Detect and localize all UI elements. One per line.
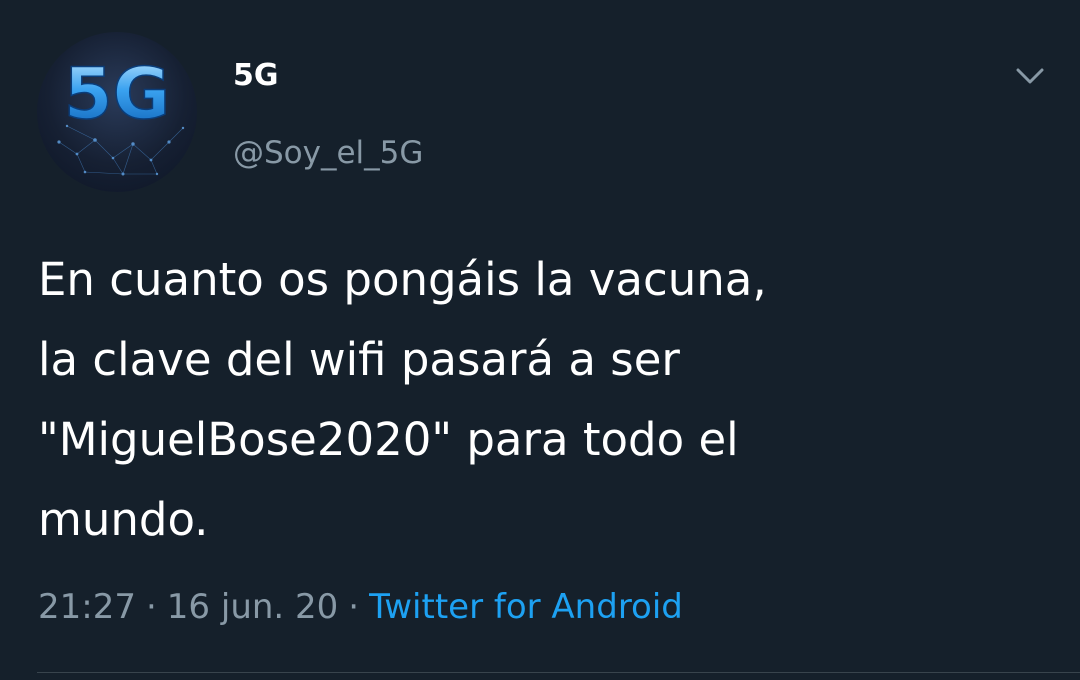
divider — [37, 672, 1080, 673]
tweet-card: 5G 5G @Soy_el_5G En cuanto os pongáis la… — [0, 0, 1080, 680]
avatar[interactable]: 5G — [37, 32, 197, 192]
tweet-time[interactable]: 21:27 — [38, 587, 136, 627]
avatar-logo-text: 5G — [64, 53, 170, 135]
tweet-date[interactable]: 16 jun. 20 — [167, 587, 339, 627]
meta-separator: · — [145, 587, 157, 627]
tweet-text: En cuanto os pongáis la vacuna, la clave… — [38, 253, 767, 546]
avatar-image: 5G — [57, 52, 185, 176]
tweet-source-link[interactable]: Twitter for Android — [369, 587, 683, 627]
display-name[interactable]: 5G — [233, 58, 279, 94]
tweet-metadata: 21:27 · 16 jun. 20 · Twitter for Android — [38, 584, 683, 630]
meta-separator: · — [348, 587, 360, 627]
user-handle[interactable]: @Soy_el_5G — [233, 134, 423, 172]
chevron-down-icon[interactable] — [1010, 58, 1050, 92]
